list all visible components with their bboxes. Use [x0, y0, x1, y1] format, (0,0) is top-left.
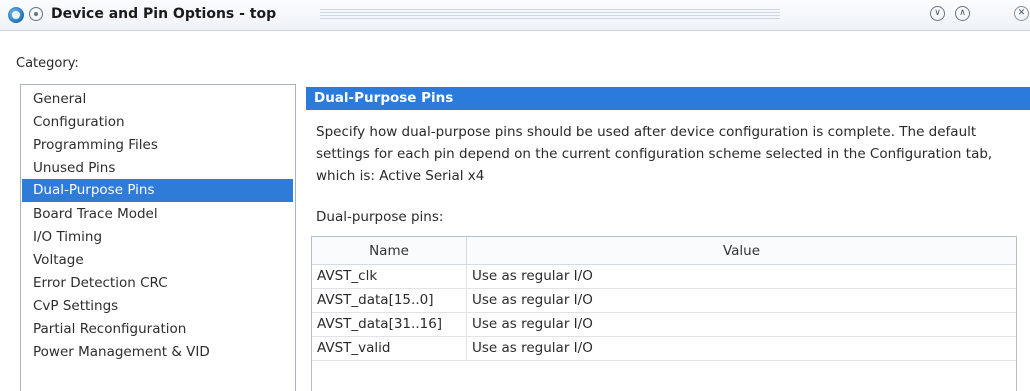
column-header-value[interactable]: Value — [467, 237, 1016, 265]
category-item-board-trace-model[interactable]: Board Trace Model — [22, 203, 293, 226]
pins-table: Name Value AVST_clk Use as regular I/O A… — [311, 236, 1017, 391]
close-button[interactable]: ✕ — [1014, 6, 1029, 21]
column-header-name[interactable]: Name — [312, 237, 467, 265]
category-item-io-timing[interactable]: I/O Timing — [22, 226, 293, 249]
app-icon — [8, 7, 24, 23]
panel-header: Dual-Purpose Pins — [306, 87, 1030, 110]
table-row[interactable]: AVST_clk Use as regular I/O — [312, 265, 1016, 289]
category-label: Category: — [16, 56, 79, 71]
pin-name-cell: AVST_data[15..0] — [312, 289, 467, 312]
category-item-general[interactable]: General — [22, 88, 293, 111]
category-item-configuration[interactable]: Configuration — [22, 111, 293, 134]
table-row[interactable]: AVST_valid Use as regular I/O — [312, 337, 1016, 361]
table-row[interactable]: AVST_data[15..0] Use as regular I/O — [312, 289, 1016, 313]
category-item-voltage[interactable]: Voltage — [22, 249, 293, 272]
pins-table-label: Dual-purpose pins: — [316, 209, 444, 225]
category-item-unused-pins[interactable]: Unused Pins — [22, 157, 293, 180]
window-title: Device and Pin Options - top — [51, 6, 277, 22]
window-menu-icon[interactable] — [29, 7, 43, 21]
pin-name-cell: AVST_valid — [312, 337, 467, 360]
category-item-cvp-settings[interactable]: CvP Settings — [22, 295, 293, 318]
pin-value-cell[interactable]: Use as regular I/O — [467, 289, 1016, 312]
pin-value-cell[interactable]: Use as regular I/O — [467, 337, 1016, 360]
category-item-partial-reconfiguration[interactable]: Partial Reconfiguration — [22, 318, 293, 341]
category-item-programming-files[interactable]: Programming Files — [22, 134, 293, 157]
pin-name-cell: AVST_clk — [312, 265, 467, 288]
category-item-power-management-vid[interactable]: Power Management & VID — [22, 341, 293, 364]
table-row[interactable]: AVST_data[31..16] Use as regular I/O — [312, 313, 1016, 337]
category-list: General Configuration Programming Files … — [20, 84, 296, 391]
maximize-button[interactable]: ∧ — [955, 6, 970, 21]
title-bar: Device and Pin Options - top ∨ ∧ ✕ — [0, 0, 1030, 31]
category-item-error-detection-crc[interactable]: Error Detection CRC — [22, 272, 293, 295]
minimize-button[interactable]: ∨ — [930, 6, 945, 21]
title-bar-grip — [320, 9, 780, 20]
pin-name-cell: AVST_data[31..16] — [312, 313, 467, 336]
category-item-dual-purpose-pins[interactable]: Dual-Purpose Pins — [22, 179, 293, 202]
panel-description: Specify how dual-purpose pins should be … — [316, 124, 993, 184]
pin-value-cell[interactable]: Use as regular I/O — [467, 313, 1016, 336]
pin-value-cell[interactable]: Use as regular I/O — [467, 265, 1016, 288]
